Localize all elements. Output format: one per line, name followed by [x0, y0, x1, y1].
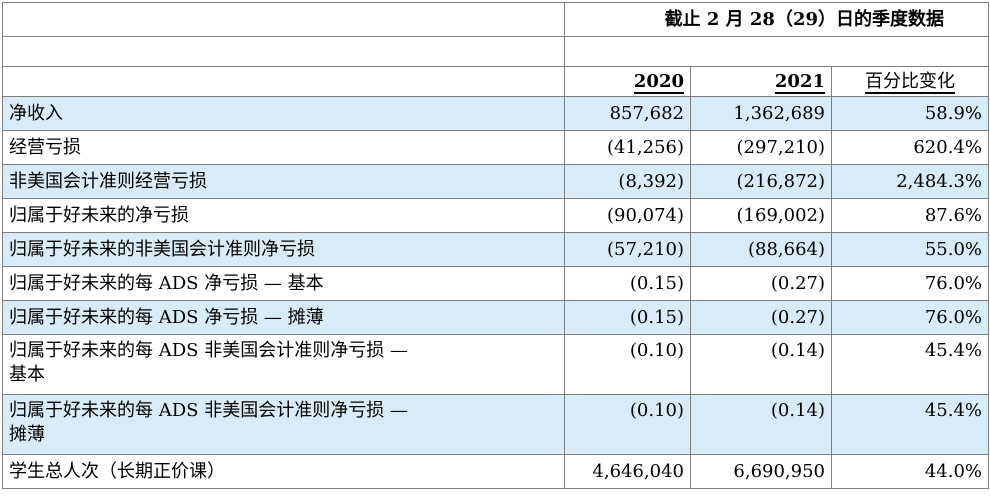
cell-change: 76.0%: [831, 300, 989, 335]
cell-2021: (0.27): [690, 266, 832, 301]
row-label: 归属于好未来的每 ADS 净亏损 — 摊薄: [2, 300, 565, 335]
cell-2020: (0.15): [564, 300, 691, 335]
table-row: 学生总人次（长期正价课） 4,646,040 6,690,950 44.0%: [2, 454, 989, 489]
cell-change: 45.4%: [831, 394, 989, 455]
table-row: 非美国会计准则经营亏损 (8,392) (216,872) 2,484.3%: [2, 164, 989, 199]
header-title-row: 截止 2 月 28（29）日的季度数据: [2, 2, 989, 37]
row-label: 归属于好未来的每 ADS 非美国会计准则净亏损 — 摊薄: [2, 394, 565, 455]
cell-2021: (216,872): [690, 164, 832, 199]
header-empty-cell: [2, 66, 565, 97]
row-label: 经营亏损: [2, 130, 565, 165]
row-label-line2: 基本: [9, 364, 45, 385]
col-header-change: 百分比变化: [831, 66, 989, 97]
table-row: 归属于好未来的每 ADS 非美国会计准则净亏损 — 摊薄 (0.10) (0.14…: [2, 394, 989, 455]
cell-change: 620.4%: [831, 130, 989, 165]
cell-2020: 4,646,040: [564, 454, 691, 489]
cell-2021: (169,002): [690, 198, 832, 233]
cell-change: 87.6%: [831, 198, 989, 233]
table-row: 归属于好未来的每 ADS 净亏损 — 基本 (0.15) (0.27) 76.0…: [2, 266, 989, 301]
cell-change: 2,484.3%: [831, 164, 989, 199]
cell-2020: (0.10): [564, 394, 691, 455]
cell-2021: (0.14): [690, 334, 832, 395]
cell-2021: (0.14): [690, 394, 832, 455]
cell-2021: (0.27): [690, 300, 832, 335]
row-label: 非美国会计准则经营亏损: [2, 164, 565, 199]
table-row: 归属于好未来的非美国会计准则净亏损 (57,210) (88,664) 55.0…: [2, 232, 989, 267]
cell-2021: (297,210): [690, 130, 832, 165]
table-row: 净收入 857,682 1,362,689 58.9%: [2, 96, 989, 131]
cell-2020: (0.10): [564, 334, 691, 395]
row-label: 归属于好未来的每 ADS 非美国会计准则净亏损 — 基本: [2, 334, 565, 395]
row-label-line2: 摊薄: [9, 424, 45, 445]
header-spacer-row: [2, 36, 989, 67]
col-header-2021: 2021: [690, 66, 832, 97]
col-header-2020: 2020: [564, 66, 691, 97]
row-label-line1: 归属于好未来的每 ADS 非美国会计准则净亏损 —: [9, 340, 408, 361]
row-label: 归属于好未来的净亏损: [2, 198, 565, 233]
table-row: 归属于好未来的净亏损 (90,074) (169,002) 87.6%: [2, 198, 989, 233]
cell-change: 76.0%: [831, 266, 989, 301]
cell-change: 45.4%: [831, 334, 989, 395]
financial-table: 截止 2 月 28（29）日的季度数据 2020 2021 百分比变化 净收入 …: [2, 2, 989, 489]
row-label: 净收入: [2, 96, 565, 131]
cell-2021: 6,690,950: [690, 454, 832, 489]
cell-2020: (57,210): [564, 232, 691, 267]
cell-2020: (8,392): [564, 164, 691, 199]
cell-change: 55.0%: [831, 232, 989, 267]
row-label: 归属于好未来的每 ADS 净亏损 — 基本: [2, 266, 565, 301]
table-container: 截止 2 月 28（29）日的季度数据 2020 2021 百分比变化 净收入 …: [2, 2, 989, 496]
row-label: 归属于好未来的非美国会计准则净亏损: [2, 232, 565, 267]
cell-change: 44.0%: [831, 454, 989, 489]
period-title: 截止 2 月 28（29）日的季度数据: [564, 2, 989, 37]
row-label-line1: 归属于好未来的每 ADS 非美国会计准则净亏损 —: [9, 400, 408, 421]
cell-2021: 1,362,689: [690, 96, 832, 131]
cell-2020: 857,682: [564, 96, 691, 131]
cell-change: 58.9%: [831, 96, 989, 131]
row-label: 学生总人次（长期正价课）: [2, 454, 565, 489]
header-empty-cell: [2, 2, 565, 37]
table-row: 归属于好未来的每 ADS 非美国会计准则净亏损 — 基本 (0.10) (0.14…: [2, 334, 989, 395]
header-columns-row: 2020 2021 百分比变化: [2, 66, 989, 97]
table-row: 归属于好未来的每 ADS 净亏损 — 摊薄 (0.15) (0.27) 76.0…: [2, 300, 989, 335]
cell-2020: (0.15): [564, 266, 691, 301]
table-row: 经营亏损 (41,256) (297,210) 620.4%: [2, 130, 989, 165]
spacer-cell: [564, 36, 989, 67]
cell-2021: (88,664): [690, 232, 832, 267]
cell-2020: (90,074): [564, 198, 691, 233]
cell-2020: (41,256): [564, 130, 691, 165]
spacer-cell: [2, 36, 565, 67]
